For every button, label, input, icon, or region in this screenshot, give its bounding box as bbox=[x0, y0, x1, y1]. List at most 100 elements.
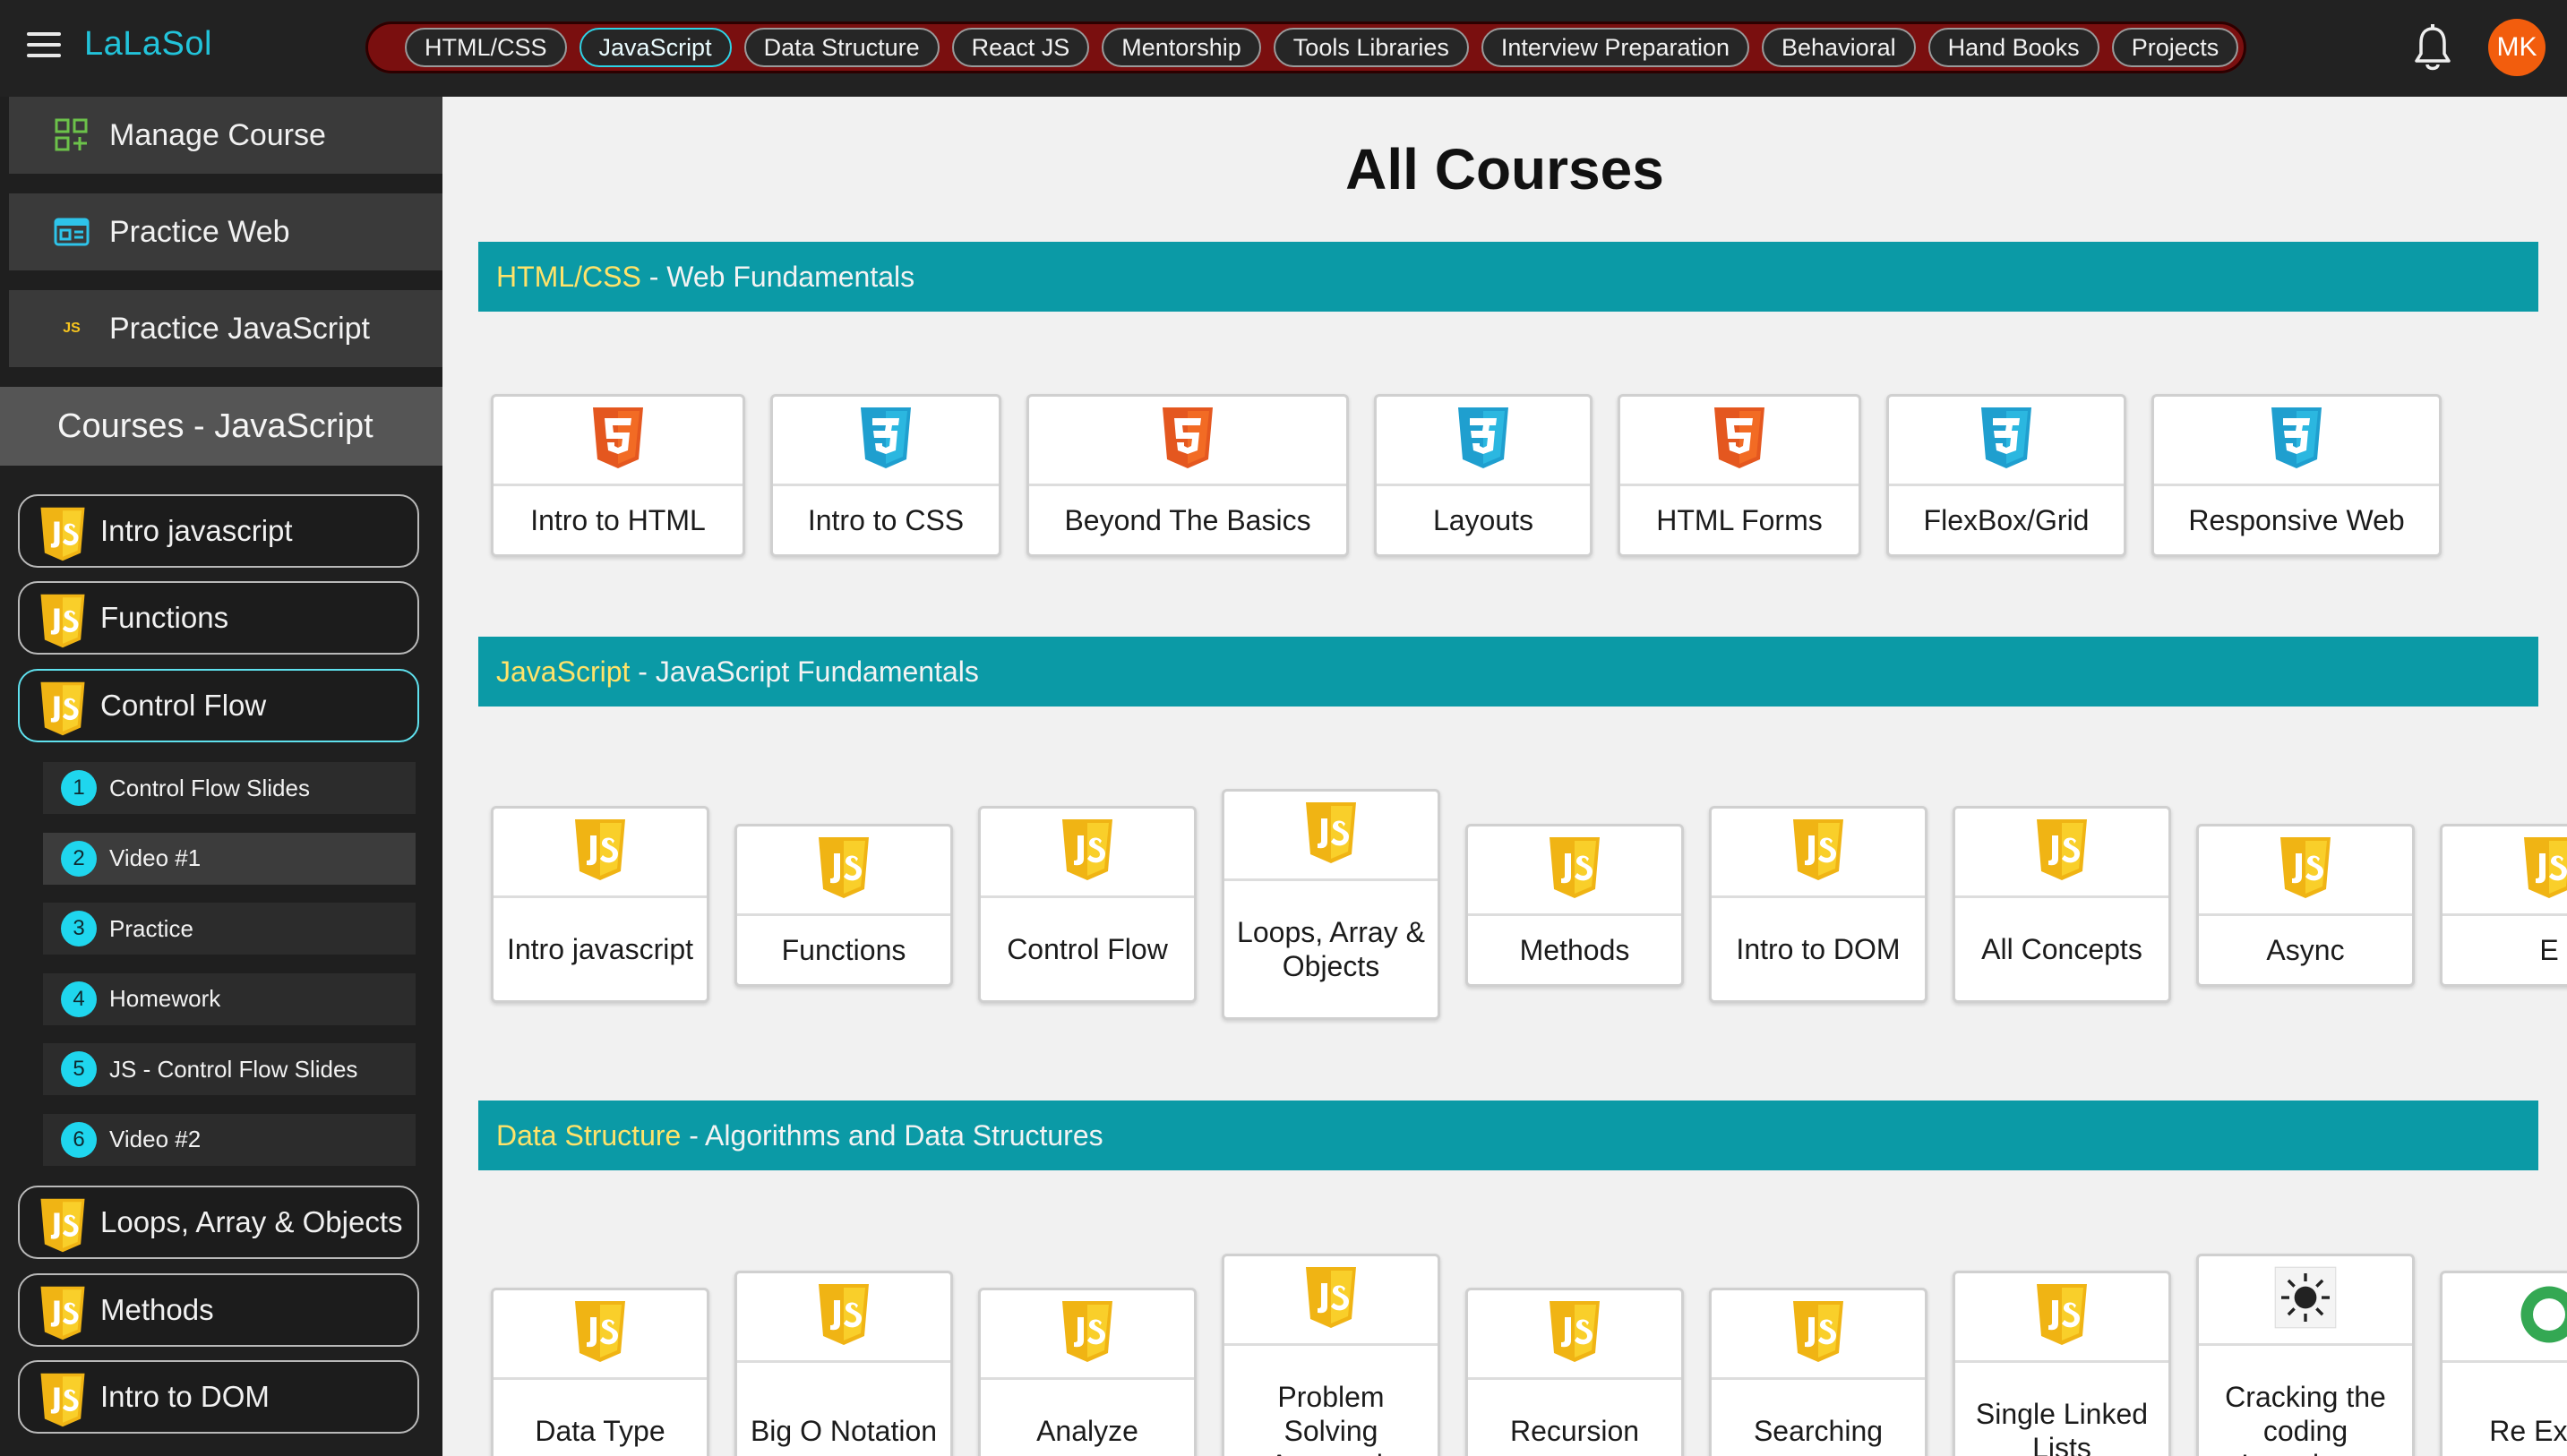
course-card[interactable]: Loops, Array & Objects bbox=[1222, 789, 1440, 1020]
course-card-title: E bbox=[2539, 934, 2559, 966]
course-card[interactable]: Intro to HTML bbox=[491, 394, 745, 557]
course-card[interactable]: HTML Forms bbox=[1618, 394, 1861, 557]
js-shield-icon bbox=[38, 681, 88, 736]
step-number-badge: 3 bbox=[61, 911, 97, 946]
nav-tab-data-structure[interactable]: Data Structure bbox=[743, 28, 940, 67]
subitem-label: Video #2 bbox=[109, 1126, 202, 1152]
nav-tab-javascript[interactable]: JavaScript bbox=[579, 28, 732, 67]
course-card-title: Single Linked Lists bbox=[1975, 1398, 2149, 1456]
lesson-subitem[interactable]: 2 Video #1 bbox=[43, 832, 416, 885]
lesson-item[interactable]: Functions bbox=[18, 581, 419, 655]
course-card[interactable]: Big O Notation bbox=[734, 1271, 953, 1456]
course-card[interactable]: Methods bbox=[1465, 824, 1684, 987]
course-card[interactable]: FlexBox/Grid bbox=[1886, 394, 2126, 557]
step-number-badge: 2 bbox=[61, 840, 97, 877]
course-card-title: Responsive Web bbox=[2188, 504, 2405, 536]
subitem-label: Practice bbox=[109, 914, 193, 942]
course-card[interactable]: Cracking the coding Interviews bbox=[2196, 1254, 2415, 1456]
lesson-item[interactable]: Intro javascript bbox=[18, 494, 419, 568]
top-bar: LaLaSol HTML/CSS JavaScript Data Structure… bbox=[0, 0, 2567, 97]
course-card-title: Layouts bbox=[1432, 504, 1534, 536]
subitem-label: Video #1 bbox=[109, 844, 202, 871]
green-circle-icon bbox=[2517, 1282, 2567, 1351]
sidebar: Manage Course Practice Web JS Practice J… bbox=[0, 97, 442, 1456]
course-card[interactable]: Intro javascript bbox=[491, 806, 709, 1003]
lesson-label: Intro javascript bbox=[100, 514, 293, 547]
js-shield-icon bbox=[38, 1372, 88, 1427]
course-card-title: Methods bbox=[1519, 934, 1630, 966]
course-card-title: Searching bbox=[1753, 1415, 1884, 1447]
course-card-title: Recursion bbox=[1509, 1415, 1640, 1447]
course-card[interactable]: Searching bbox=[1709, 1288, 1927, 1456]
lesson-label: Intro to DOM bbox=[100, 1380, 270, 1413]
course-card[interactable]: Re Expre bbox=[2440, 1271, 2567, 1456]
nav-tab-mentorship[interactable]: Mentorship bbox=[1102, 28, 1261, 67]
js-shield-icon bbox=[2273, 835, 2338, 904]
course-card[interactable]: Analyze bbox=[978, 1288, 1197, 1456]
course-card-title: Problem Solving Approach bbox=[1270, 1381, 1393, 1456]
nav-tab-html-css[interactable]: HTML/CSS bbox=[405, 28, 567, 67]
nav-tab-behavioral[interactable]: Behavioral bbox=[1762, 28, 1916, 67]
course-card[interactable]: Layouts bbox=[1374, 394, 1593, 557]
lesson-item[interactable]: Control Flow bbox=[18, 669, 419, 742]
course-card[interactable]: Control Flow bbox=[978, 806, 1197, 1003]
lesson-subitem[interactable]: 4 Homework bbox=[43, 972, 416, 1025]
course-card-title: Data Type bbox=[535, 1415, 665, 1447]
course-card[interactable]: E bbox=[2440, 824, 2567, 987]
course-card[interactable]: Intro to CSS bbox=[770, 394, 1001, 557]
lesson-item[interactable]: Methods bbox=[18, 1273, 419, 1347]
course-card[interactable]: Single Linked Lists bbox=[1953, 1271, 2171, 1456]
css3-icon bbox=[1974, 406, 2039, 475]
sidebar-item-manage-course[interactable]: Manage Course bbox=[9, 97, 442, 174]
section-name: Data Structure bbox=[496, 1118, 682, 1152]
course-card[interactable]: Data Type bbox=[491, 1288, 709, 1456]
course-card-title: FlexBox/Grid bbox=[1923, 504, 2090, 536]
course-card-title: Control Flow bbox=[1007, 933, 1168, 965]
js-shield-icon bbox=[38, 593, 88, 648]
lesson-subitem[interactable]: 6 Video #2 bbox=[43, 1113, 416, 1166]
lesson-label: Control Flow bbox=[100, 689, 267, 722]
lesson-label: Methods bbox=[100, 1293, 214, 1326]
lesson-subitem[interactable]: 1 Control Flow Slides bbox=[43, 762, 416, 814]
user-avatar[interactable]: MK bbox=[2488, 19, 2546, 76]
step-number-badge: 5 bbox=[61, 1051, 97, 1087]
notification-bell-icon[interactable] bbox=[2413, 23, 2452, 73]
nav-tab-tools-libraries[interactable]: Tools Libraries bbox=[1273, 28, 1469, 67]
course-card-title: Intro javascript bbox=[506, 933, 694, 965]
course-card[interactable]: Responsive Web bbox=[2151, 394, 2442, 557]
course-card[interactable]: Beyond The Basics bbox=[1026, 394, 1349, 557]
js-shield-icon bbox=[38, 1197, 88, 1253]
lesson-item[interactable]: Loops, Array & Objects bbox=[18, 1186, 419, 1259]
nav-tab-interview-preparation[interactable]: Interview Preparation bbox=[1481, 28, 1750, 67]
course-card[interactable]: All Concepts bbox=[1953, 806, 2171, 1003]
section-subtitle: - Algorithms and Data Structures bbox=[681, 1118, 1103, 1152]
course-card-title: Intro to CSS bbox=[807, 504, 965, 536]
grid-plus-icon bbox=[54, 117, 90, 153]
course-card[interactable]: Recursion bbox=[1465, 1288, 1684, 1456]
sidebar-item-practice-web[interactable]: Practice Web bbox=[9, 193, 442, 270]
lesson-item[interactable]: Intro to DOM bbox=[18, 1360, 419, 1434]
course-card[interactable]: Functions bbox=[734, 824, 953, 987]
section-name: JavaScript bbox=[496, 655, 631, 688]
lesson-subitem[interactable]: 5 JS - Control Flow Slides bbox=[43, 1043, 416, 1095]
nav-tab-projects[interactable]: Projects bbox=[2111, 28, 2239, 67]
css3-icon bbox=[2264, 406, 2329, 475]
js-shield-icon bbox=[38, 1285, 88, 1340]
nav-tab-react-js[interactable]: React JS bbox=[951, 28, 1090, 67]
menu-icon[interactable] bbox=[27, 32, 61, 59]
js-shield-icon bbox=[1055, 818, 1120, 886]
course-card-title: All Concepts bbox=[1981, 933, 2142, 965]
lesson-subitem[interactable]: 3 Practice bbox=[43, 903, 416, 955]
course-card[interactable]: Async bbox=[2196, 824, 2415, 987]
main-content: All Courses HTML/CSS - Web Fundamentals I… bbox=[442, 97, 2567, 1456]
course-card[interactable]: Problem Solving Approach bbox=[1222, 1254, 1440, 1456]
section-header: HTML/CSS - Web Fundamentals bbox=[478, 242, 2538, 312]
brand-logo[interactable]: LaLaSol bbox=[84, 25, 212, 64]
courses-header: Courses - JavaScript bbox=[0, 387, 442, 466]
sidebar-item-practice-javascript[interactable]: JS Practice JavaScript bbox=[9, 290, 442, 367]
js-shield-icon bbox=[811, 1282, 876, 1351]
nav-tab-hand-books[interactable]: Hand Books bbox=[1927, 28, 2099, 67]
course-card-title: Async bbox=[2266, 934, 2345, 966]
js-shield-icon bbox=[1786, 1299, 1850, 1368]
course-card[interactable]: Intro to DOM bbox=[1709, 806, 1927, 1003]
